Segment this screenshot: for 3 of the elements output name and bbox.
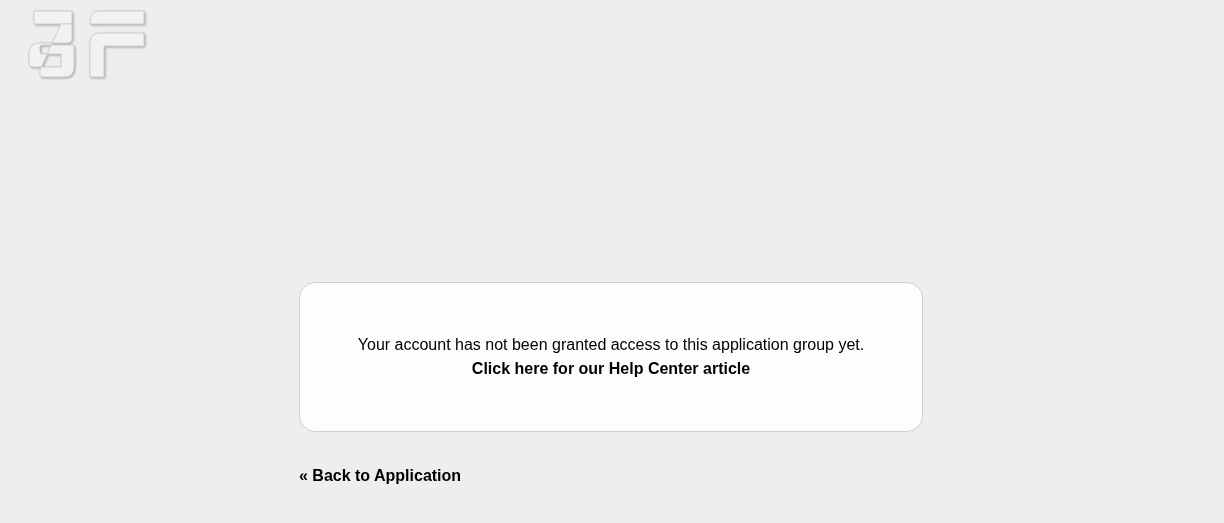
back-link[interactable]: « Back to Application [299, 464, 462, 488]
access-message: Your account has not been granted access to this application group yet. [357, 335, 865, 355]
help-center-link[interactable]: Click here for our Help Center article [471, 357, 751, 381]
